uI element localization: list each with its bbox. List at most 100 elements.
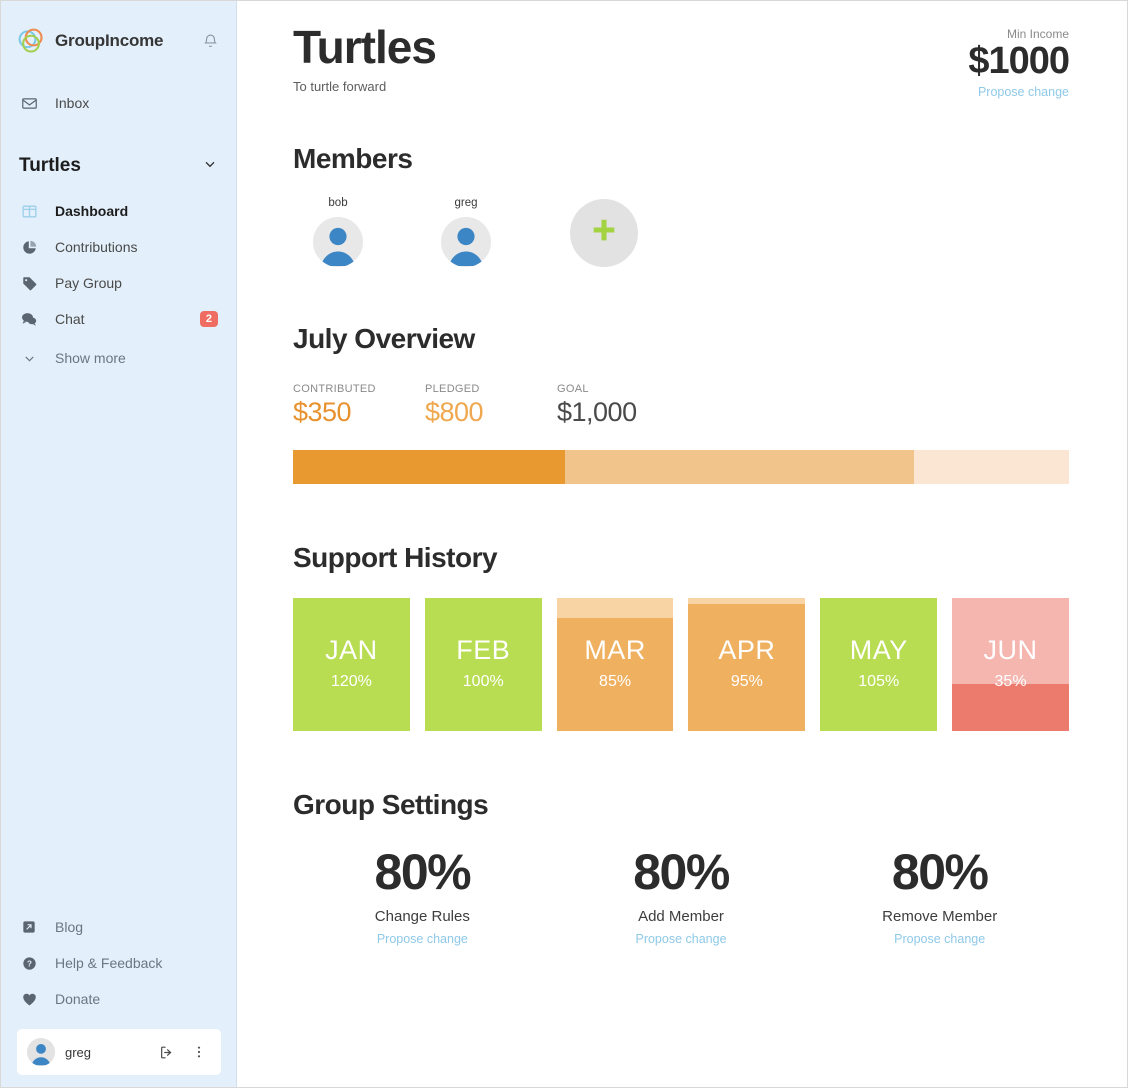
group-settings-rules: 80% Change Rules Propose change 80% Add … [293,847,1069,948]
support-history-bar[interactable]: MAY 105% [820,597,938,731]
support-history-bar[interactable]: JUN 35% [952,597,1069,731]
user-avatar-icon [441,216,491,267]
sidebar-show-more-label: Show more [55,350,126,366]
support-history-bar-percentage: 100% [462,673,504,691]
setting-remove-member: 80% Remove Member Propose change [810,847,1069,948]
propose-change-link[interactable]: Propose change [377,932,468,946]
support-history-bar[interactable]: FEB 100% [424,597,542,731]
min-income-block: Min Income $1000 Propose change [968,23,1070,101]
sidebar-item-help-feedback[interactable]: ? Help & Feedback [1,945,237,981]
group-name: Turtles [19,155,81,176]
sidebar-show-more[interactable]: Show more [1,341,236,375]
support-history-bar[interactable]: MAR 85% [556,597,674,731]
support-history-bar[interactable]: APR 95% [688,597,806,731]
group-settings-title: Group Settings [293,788,489,820]
support-history-bar[interactable]: JAN 120% [293,597,410,731]
support-history-bar-month: MAR [584,635,646,666]
app-window: GroupIncome Inbox Turtles Dashboard Cont… [0,0,1128,1088]
support-history-bar-percentage: 95% [730,673,763,691]
brand-row: GroupIncome [17,19,220,63]
member-item[interactable]: bob [302,197,374,267]
setting-name: Change Rules [374,907,470,925]
propose-change-link[interactable]: Propose change [635,932,726,946]
support-history-bar-month: APR [718,635,776,666]
vertical-dots-icon[interactable] [191,1044,207,1060]
support-history-bar-text: APR 95% [688,637,805,691]
sidebar-item-donate[interactable]: Donate [1,981,237,1017]
propose-change-link[interactable]: Propose change [894,932,985,946]
support-history-bars: JAN 120% FEB 100% MAR 85% APR 95% MAY 105% JUN 35% [293,597,1069,731]
sidebar-item-contributions[interactable]: Contributions [1,229,236,265]
sidebar-item-contributions-label: Contributions [55,239,138,255]
sidebar-item-dashboard[interactable]: Dashboard [1,193,236,229]
setting-add-member: 80% Add Member Propose change [552,847,811,948]
sidebar-item-pay-group-label: Pay Group [55,275,122,291]
stat-label: PLEDGED [425,382,480,395]
dashboard-icon [19,201,39,221]
add-member-button[interactable] [570,198,638,267]
setting-name: Remove Member [882,907,998,925]
page-subtitle: To turtle forward [293,78,387,94]
stat-value: $350 [293,396,352,427]
support-history-section: Support History JAN 120% FEB 100% MAR 85% APR 9… [293,542,1069,731]
support-history-bar-month: JAN [325,635,378,666]
support-history-bar-text: JAN 120% [293,637,410,691]
sidebar-item-donate-label: Donate [55,991,101,1007]
support-history-bar-month: JUN [983,635,1038,666]
overview-stats: CONTRIBUTED $350 PLEDGED $800 GOAL $1,00… [293,383,1069,428]
page-header: Turtles To turtle forward Min Income $10… [293,22,1070,101]
user-profile-card[interactable]: greg [17,1029,221,1075]
setting-percentage: 80% [633,843,730,900]
envelope-icon [19,93,39,113]
bell-icon[interactable] [200,31,220,51]
stat-value: $1,000 [557,396,637,427]
user-avatar-icon [313,216,363,267]
sidebar-item-pay-group[interactable]: Pay Group [1,265,236,301]
member-name: greg [454,196,478,209]
user-avatar-icon [27,1038,55,1066]
sidebar-item-inbox-label: Inbox [55,95,90,111]
setting-percentage: 80% [374,843,472,900]
sidebar-footer: Blog ? Help & Feedback Donate greg [1,909,237,1075]
sidebar-item-chat-label: Chat [55,311,85,327]
sidebar-item-inbox[interactable]: Inbox [1,85,236,121]
support-history-bar-percentage: 85% [599,673,632,691]
user-name: greg [65,1044,92,1060]
members-list: bob greg [293,197,1069,267]
setting-percentage: 80% [891,843,989,900]
heart-icon [19,989,39,1009]
sidebar-item-help-feedback-label: Help & Feedback [55,955,163,971]
sidebar-item-chat[interactable]: Chat 2 [1,301,236,337]
sidebar-item-blog[interactable]: Blog [1,909,237,945]
stat-goal: GOAL $1,000 [557,383,689,428]
chevron-down-icon [202,156,218,177]
progress-segment-pledged [564,449,914,484]
min-income-value: $1000 [968,40,1070,82]
external-link-icon [19,917,39,937]
stat-value: $800 [425,396,484,427]
support-history-bar-text: JUN 35% [952,637,1069,691]
sidebar-item-blog-label: Blog [55,919,84,935]
group-switcher[interactable]: Turtles [1,151,236,181]
support-history-bar-text: FEB 100% [425,637,542,691]
sidebar: GroupIncome Inbox Turtles Dashboard Cont… [1,1,237,1087]
page-title-block: Turtles To turtle forward [293,22,437,94]
tag-icon [19,273,39,293]
support-history-bar-percentage: 105% [858,673,900,691]
member-item[interactable]: greg [430,197,502,267]
main-content: Turtles To turtle forward Min Income $10… [237,1,1127,1087]
support-history-bar-percentage: 120% [330,673,372,691]
progress-segment-contributed [293,449,565,484]
sidebar-nav-list: Dashboard Contributions Pay Group Chat 2… [1,193,236,375]
stat-label: GOAL [557,382,589,395]
setting-name: Add Member [638,907,724,925]
stat-contributed: CONTRIBUTED $350 [293,383,425,428]
member-name: bob [328,196,348,209]
question-circle-icon: ? [19,953,39,973]
members-title: Members [293,142,413,174]
brand-name: GroupIncome [55,31,164,50]
support-history-bar-percentage: 35% [994,673,1027,691]
overview-title: July Overview [293,322,475,354]
logout-icon[interactable] [158,1044,175,1061]
min-income-propose-change-link[interactable]: Propose change [978,85,1069,99]
